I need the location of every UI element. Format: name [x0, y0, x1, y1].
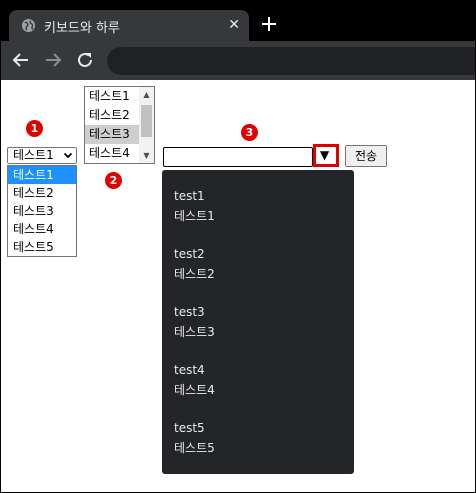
option-label: 테스트1: [174, 209, 215, 223]
option-label: 테스트3: [174, 325, 215, 339]
scrollbar-thumb[interactable]: [141, 105, 152, 137]
datalist-input[interactable]: [163, 147, 313, 167]
listbox-item[interactable]: 테스트1: [85, 87, 139, 106]
tab-strip: 키보드와 하루 ✕: [1, 1, 475, 41]
option-label: 테스트2: [174, 267, 215, 281]
marker-1: 1: [26, 120, 43, 137]
close-icon[interactable]: ✕: [228, 16, 240, 34]
browser-toolbar: [1, 41, 475, 80]
option-label: 테스트5: [174, 441, 215, 455]
select-option[interactable]: 테스트3: [8, 202, 76, 220]
datalist-option[interactable]: test2 테스트2: [174, 246, 215, 282]
listbox-scrollbar[interactable]: ▲ ▼: [139, 87, 154, 163]
triangle-down-icon: ▼: [320, 148, 330, 162]
listbox-select[interactable]: 테스트1 테스트2 테스트3 테스트4 ▲ ▼: [84, 86, 155, 164]
new-tab-icon[interactable]: [259, 14, 279, 34]
option-value: test2: [174, 247, 205, 261]
option-label: 테스트4: [174, 383, 215, 397]
address-bar[interactable]: [107, 47, 475, 75]
datalist-option[interactable]: test5 테스트5: [174, 420, 215, 456]
listbox-item[interactable]: 테스트4: [85, 144, 139, 163]
submit-button[interactable]: 전송: [345, 145, 387, 167]
globe-icon: [21, 18, 36, 33]
select-dropdown[interactable]: 테스트1: [7, 147, 77, 164]
select-option[interactable]: 테스트2: [8, 184, 76, 202]
tab-title: 키보드와 하루: [44, 21, 120, 36]
datalist-option[interactable]: test4 테스트4: [174, 362, 215, 398]
listbox-item-selected[interactable]: 테스트3: [85, 125, 139, 144]
datalist-option[interactable]: test3 테스트3: [174, 304, 215, 340]
select-option[interactable]: 테스트5: [8, 238, 76, 256]
select-options-popup: 테스트1 테스트2 테스트3 테스트4 테스트5: [7, 165, 77, 257]
option-value: test1: [174, 189, 205, 203]
forward-arrow-icon[interactable]: [42, 49, 64, 71]
listbox-item[interactable]: 테스트2: [85, 106, 139, 125]
datalist-toggle-button[interactable]: ▼: [313, 144, 339, 167]
marker-2: 2: [105, 172, 122, 189]
scroll-up-icon[interactable]: ▲: [139, 87, 154, 102]
select-option[interactable]: 테스트1: [8, 166, 76, 184]
datalist-popup: test1 테스트1 test2 테스트2 test3 테스트3 test4 테…: [162, 170, 354, 474]
scroll-down-icon[interactable]: ▼: [139, 148, 154, 163]
select-option[interactable]: 테스트4: [8, 220, 76, 238]
select-value: 테스트1: [13, 148, 54, 162]
chevron-down-icon: [63, 152, 73, 159]
option-value: test3: [174, 305, 205, 319]
option-value: test4: [174, 363, 205, 377]
datalist-option[interactable]: test1 테스트1: [174, 188, 215, 224]
reload-icon[interactable]: [74, 49, 96, 71]
back-arrow-icon[interactable]: [10, 49, 32, 71]
option-value: test5: [174, 421, 205, 435]
marker-3: 3: [241, 124, 258, 141]
browser-tab[interactable]: 키보드와 하루 ✕: [9, 10, 249, 41]
